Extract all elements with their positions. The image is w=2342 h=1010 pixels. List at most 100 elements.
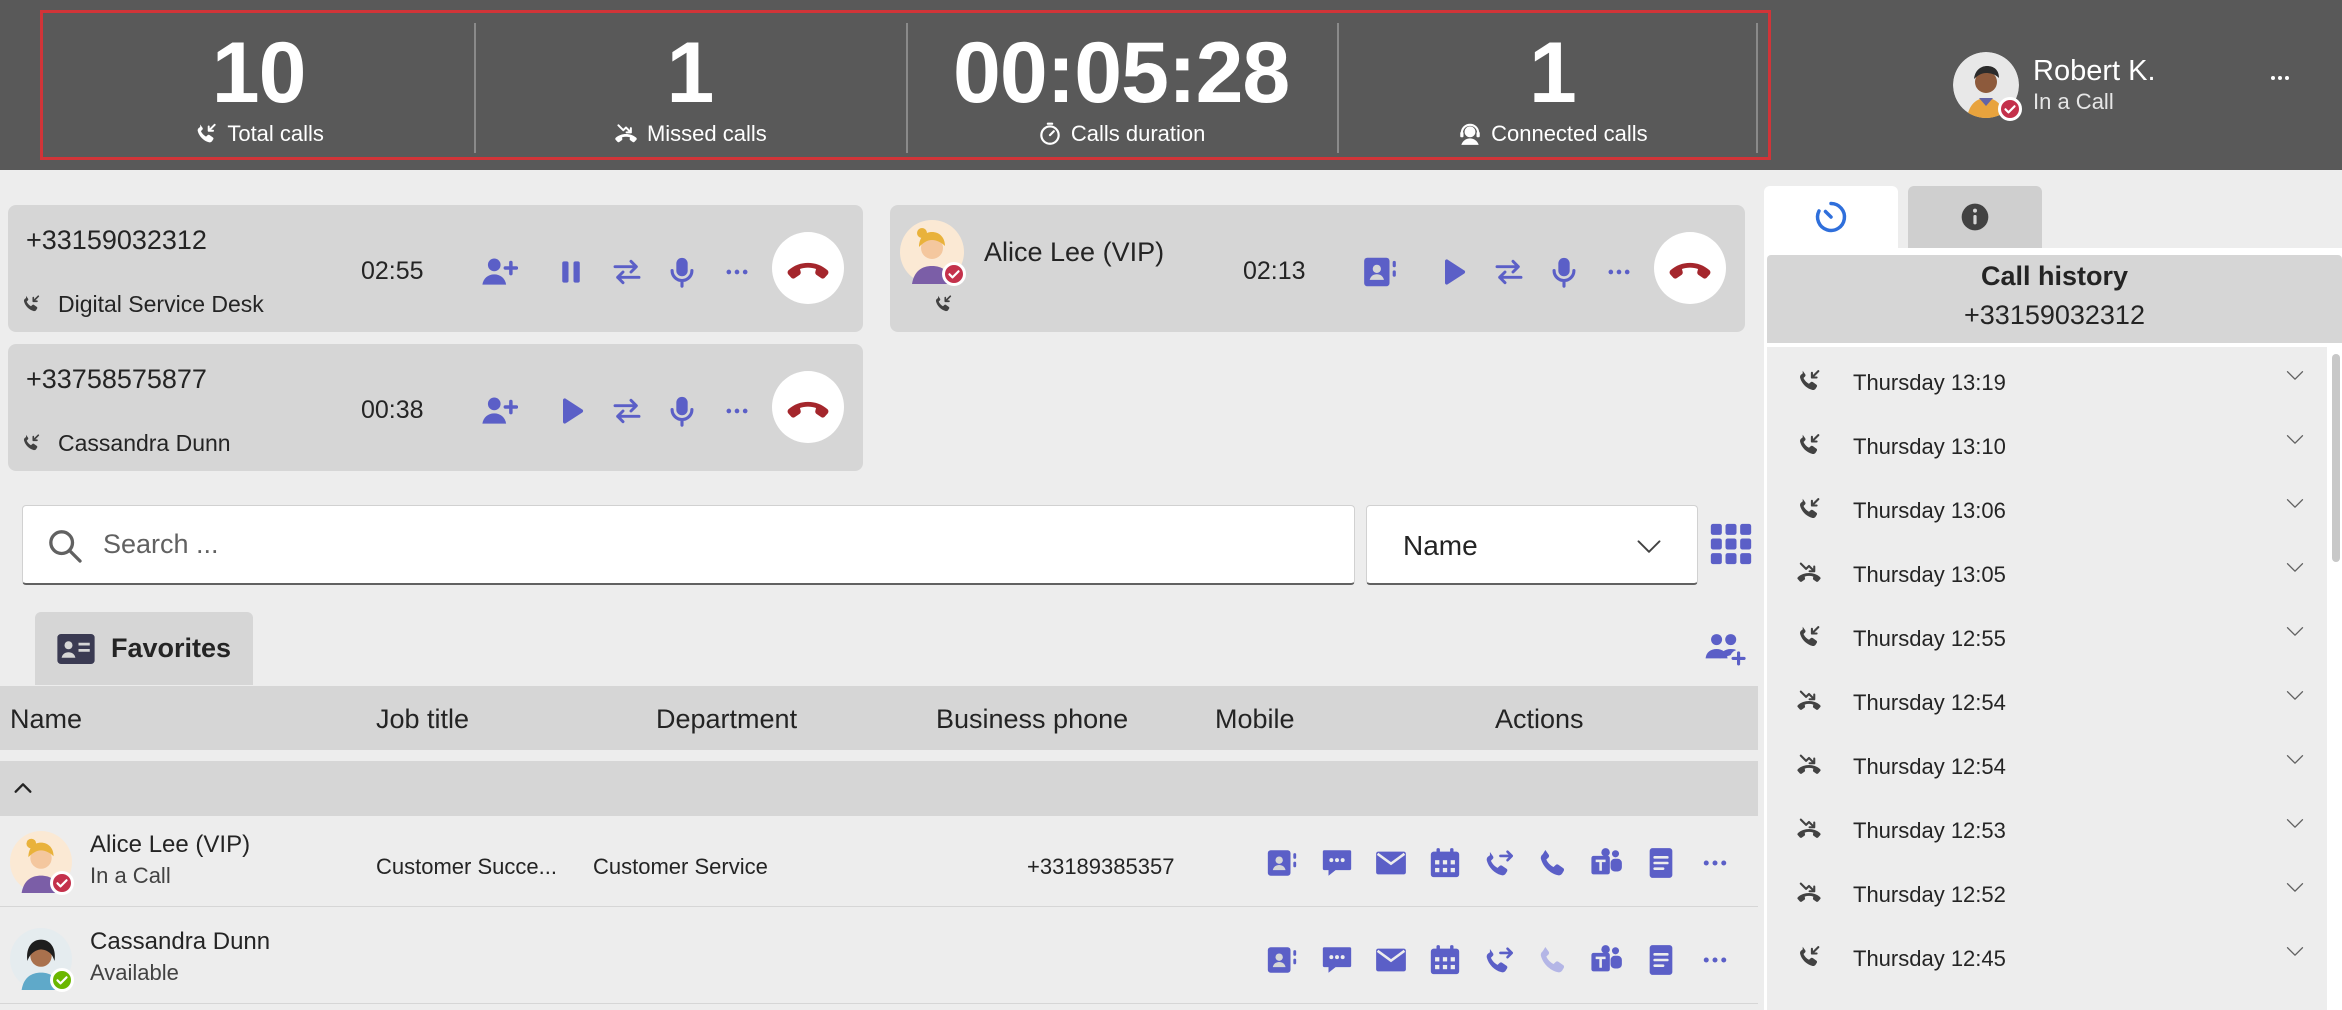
more-actions-button[interactable] <box>1695 940 1735 980</box>
transfer-button[interactable] <box>1486 249 1532 295</box>
call-number: Alice Lee (VIP) <box>984 237 1165 267</box>
dialpad-icon[interactable] <box>1709 522 1753 566</box>
list-item[interactable]: Thursday 13:19 <box>1767 347 2327 411</box>
calendar-icon <box>1428 943 1462 977</box>
group-collapse-row[interactable] <box>0 761 1758 816</box>
microphone-icon <box>665 255 699 289</box>
tab-info[interactable] <box>1908 186 2042 248</box>
resume-button[interactable] <box>1430 249 1476 295</box>
contact-card-button[interactable] <box>1262 940 1302 980</box>
avatar <box>900 220 966 286</box>
stat-calls-duration: 00:05:28 Calls duration <box>905 13 1337 157</box>
table-row[interactable]: Cassandra Dunn Available <box>0 914 1758 1004</box>
contact-mobile: +33189385357 <box>1027 854 1175 879</box>
call-history-scrollbar[interactable] <box>2329 348 2342 1010</box>
list-item[interactable]: Thursday 13:06 <box>1767 475 2327 539</box>
transfer-icon <box>1493 256 1525 288</box>
user-profile[interactable]: Robert K. In a Call <box>1953 52 2156 121</box>
email-button[interactable] <box>1371 940 1411 980</box>
user-name: Robert K. <box>2033 55 2156 87</box>
add-participant-button[interactable] <box>476 388 522 434</box>
missed-call-icon <box>1795 815 1823 843</box>
chevron-down-icon[interactable] <box>2285 685 2305 705</box>
transfer-call-button[interactable] <box>1479 843 1519 883</box>
list-item[interactable]: Thursday 12:52 <box>1767 859 2327 923</box>
chevron-down-icon[interactable] <box>2285 493 2305 513</box>
contact-card-button[interactable] <box>1357 249 1403 295</box>
schedule-meeting-button[interactable] <box>1425 940 1465 980</box>
contact-status: In a Call <box>90 863 171 888</box>
held-call-card: +33758575877 Cassandra Dunn 00:38 <box>8 344 863 471</box>
chevron-up-icon[interactable] <box>12 777 34 799</box>
list-item[interactable]: Thursday 12:54 <box>1767 667 2327 731</box>
hang-up-button[interactable] <box>1654 232 1726 304</box>
list-item[interactable]: Thursday 13:10 <box>1767 411 2327 475</box>
more-options-icon[interactable] <box>2260 66 2300 90</box>
hang-up-button[interactable] <box>772 371 844 443</box>
teams-call-button[interactable] <box>1587 940 1627 980</box>
column-header-business-phone[interactable]: Business phone <box>936 704 1128 735</box>
chevron-down-icon[interactable] <box>2285 365 2305 385</box>
add-participant-button[interactable] <box>476 249 522 295</box>
search-box[interactable] <box>22 505 1355 585</box>
avatar[interactable] <box>1953 52 2022 121</box>
sort-dropdown[interactable]: Name <box>1366 505 1698 585</box>
notes-button[interactable] <box>1641 940 1681 980</box>
chevron-down-icon[interactable] <box>2285 557 2305 577</box>
column-header-name[interactable]: Name <box>10 704 82 735</box>
mute-button[interactable] <box>1541 249 1587 295</box>
more-call-options-button[interactable] <box>714 249 760 295</box>
list-item[interactable]: Thursday 12:55 <box>1767 603 2327 667</box>
contact-card-button[interactable] <box>1262 843 1302 883</box>
stat-value: 10 <box>211 25 307 121</box>
phone-incoming-icon <box>1795 431 1823 459</box>
chevron-down-icon[interactable] <box>2285 813 2305 833</box>
add-group-icon[interactable] <box>1704 630 1748 668</box>
chevron-down-icon[interactable] <box>2285 621 2305 641</box>
busy-presence-icon <box>942 262 966 286</box>
email-button[interactable] <box>1371 843 1411 883</box>
list-item[interactable]: Thursday 12:45 <box>1767 923 2327 987</box>
transfer-button[interactable] <box>604 388 650 434</box>
chevron-down-icon[interactable] <box>2285 749 2305 769</box>
transfer-icon <box>611 256 643 288</box>
search-input[interactable] <box>103 506 1303 582</box>
resume-button[interactable] <box>548 388 594 434</box>
list-item[interactable]: Thursday 13:05 <box>1767 539 2327 603</box>
transfer-call-button[interactable] <box>1479 940 1519 980</box>
contact-card-icon <box>1265 943 1299 977</box>
column-header-department[interactable]: Department <box>656 704 797 735</box>
schedule-meeting-button[interactable] <box>1425 843 1465 883</box>
hold-button[interactable] <box>548 249 594 295</box>
chat-button[interactable] <box>1317 843 1357 883</box>
tab-favorites[interactable]: Favorites <box>35 612 253 685</box>
table-row[interactable]: Alice Lee (VIP) In a Call Customer Succe… <box>0 817 1758 907</box>
more-actions-button[interactable] <box>1695 843 1735 883</box>
column-header-mobile[interactable]: Mobile <box>1215 704 1295 735</box>
tab-call-history[interactable] <box>1764 186 1898 248</box>
hang-up-button[interactable] <box>772 232 844 304</box>
chevron-down-icon[interactable] <box>2285 877 2305 897</box>
chat-icon <box>1320 943 1354 977</box>
more-call-options-button[interactable] <box>714 388 760 434</box>
column-header-job-title[interactable]: Job title <box>376 704 469 735</box>
call-button[interactable] <box>1533 843 1573 883</box>
phone-incoming-icon <box>1795 623 1823 651</box>
transfer-button[interactable] <box>604 249 650 295</box>
list-item[interactable]: Thursday 12:54 <box>1767 731 2327 795</box>
mute-button[interactable] <box>659 249 705 295</box>
scrollbar-thumb[interactable] <box>2332 354 2340 562</box>
contact-status: Available <box>90 960 179 985</box>
chevron-down-icon[interactable] <box>2285 941 2305 961</box>
more-call-options-button[interactable] <box>1596 249 1642 295</box>
more-options-icon <box>1700 945 1730 975</box>
microphone-icon <box>665 394 699 428</box>
stat-value: 00:05:28 <box>952 25 1290 121</box>
teams-call-button[interactable] <box>1587 843 1627 883</box>
notes-button[interactable] <box>1641 843 1681 883</box>
chat-button[interactable] <box>1317 940 1357 980</box>
list-item[interactable]: Thursday 12:53 <box>1767 795 2327 859</box>
chevron-down-icon[interactable] <box>2285 429 2305 449</box>
mute-button[interactable] <box>659 388 705 434</box>
phone-incoming-icon <box>20 432 42 454</box>
